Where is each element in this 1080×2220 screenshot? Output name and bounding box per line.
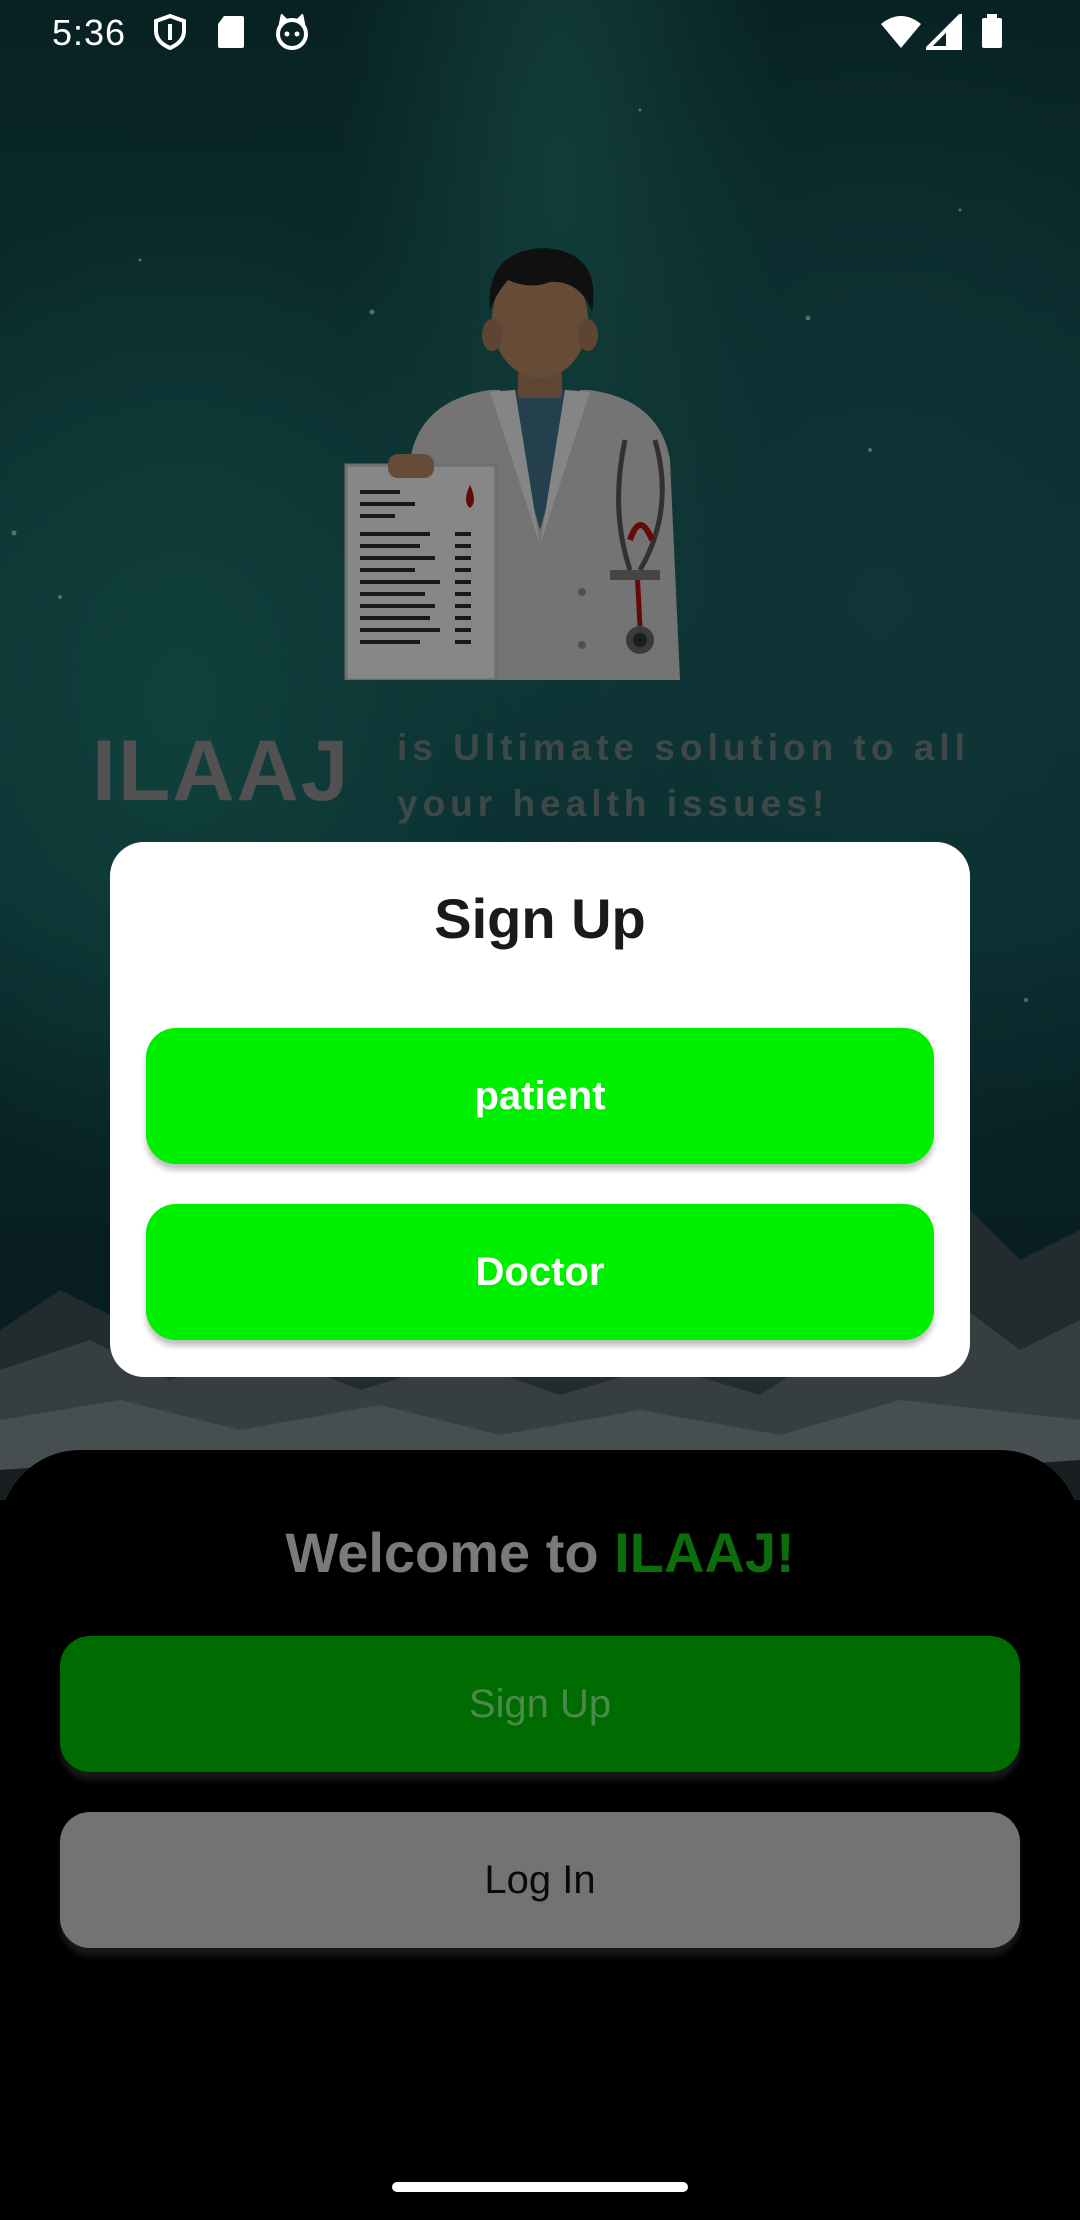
home-indicator[interactable] <box>392 2182 688 2192</box>
sign-up-button[interactable]: Sign Up <box>60 1636 1020 1772</box>
welcome-app-name: ILAAJ! <box>614 1521 795 1584</box>
sign-up-dialog: Sign Up patient Doctor <box>110 842 970 1377</box>
battery-icon <box>980 14 1004 50</box>
status-bar: 5:36 <box>0 0 1080 66</box>
welcome-prefix: Welcome to <box>285 1521 615 1584</box>
wifi-icon <box>880 14 922 50</box>
shield-icon <box>153 14 187 50</box>
welcome-heading: Welcome to ILAAJ! <box>0 1520 1080 1585</box>
status-time: 5:36 <box>52 12 127 53</box>
signal-icon <box>926 14 962 50</box>
log-in-button[interactable]: Log In <box>60 1812 1020 1948</box>
cat-face-icon <box>274 14 310 50</box>
dialog-title: Sign Up <box>434 887 646 950</box>
doctor-button[interactable]: Doctor <box>146 1204 934 1340</box>
patient-button[interactable]: patient <box>146 1028 934 1164</box>
sd-card-icon <box>216 14 246 50</box>
screen: ILAAJ is Ultimate solution to all your h… <box>0 0 1080 2220</box>
